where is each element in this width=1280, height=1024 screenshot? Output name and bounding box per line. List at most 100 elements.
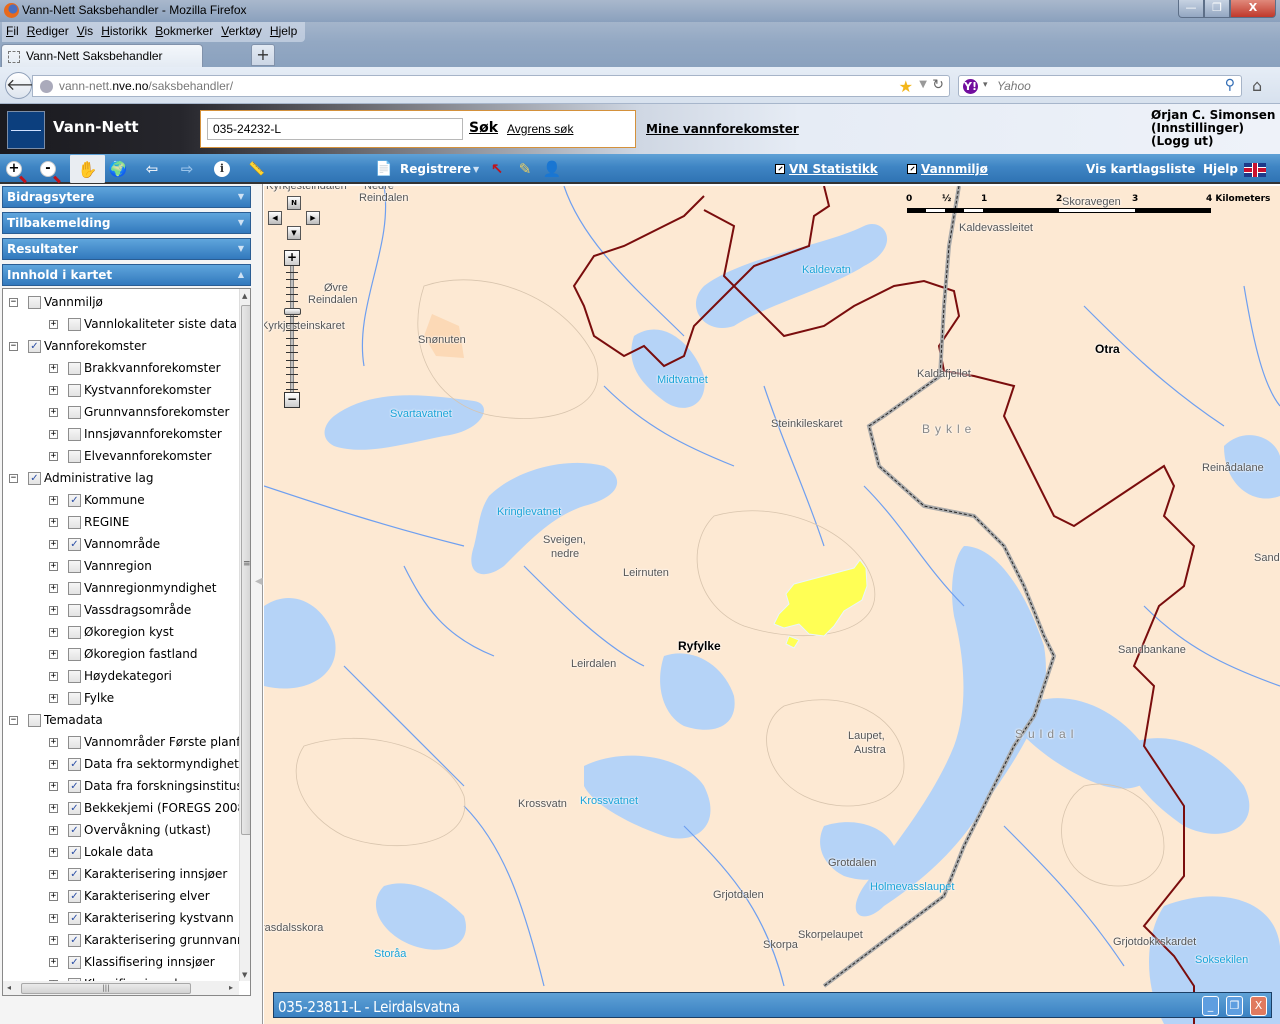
- search-button[interactable]: Søk: [469, 120, 498, 136]
- expand-icon[interactable]: +: [49, 781, 58, 791]
- home-icon[interactable]: ⌂: [1252, 76, 1262, 95]
- close-popup-button[interactable]: X: [1250, 996, 1267, 1016]
- expand-icon[interactable]: +: [49, 451, 58, 461]
- expand-icon[interactable]: +: [49, 869, 58, 879]
- scrollbar-thumb[interactable]: [241, 305, 250, 835]
- layer-checkbox[interactable]: [68, 669, 81, 683]
- tree-item[interactable]: + Høydekategori: [49, 666, 172, 686]
- expand-icon[interactable]: +: [49, 407, 58, 417]
- expand-icon[interactable]: +: [49, 363, 58, 373]
- layer-checkbox[interactable]: ✓: [68, 867, 81, 881]
- expand-icon[interactable]: +: [49, 803, 58, 813]
- tree-horizontal-scrollbar[interactable]: ◂ ||| ▸: [3, 981, 239, 995]
- pan-west-button[interactable]: ◀: [268, 211, 282, 225]
- layer-checkbox[interactable]: [28, 713, 41, 727]
- close-window-button[interactable]: X: [1230, 0, 1276, 18]
- tree-item[interactable]: + ✓ Bekkekjemi (FOREGS 2008: [49, 798, 245, 818]
- tree-item[interactable]: + ✓ Karakterisering kystvann: [49, 908, 234, 928]
- previous-extent-tool[interactable]: ⇦: [140, 157, 164, 181]
- panel-bidragsytere[interactable]: Bidragsytere ▼: [2, 186, 251, 208]
- layer-checkbox[interactable]: [68, 515, 81, 529]
- layer-checkbox[interactable]: [68, 427, 81, 441]
- expand-icon[interactable]: +: [49, 385, 58, 395]
- tree-item[interactable]: + ✓ Karakterisering grunnvann: [49, 930, 245, 950]
- my-waterbodies-link[interactable]: Mine vannforekomster: [646, 122, 799, 136]
- tree-item[interactable]: + ✓ Data fra sektormyndighete: [49, 754, 246, 774]
- add-user-tool[interactable]: 👤: [540, 157, 564, 181]
- expand-icon[interactable]: +: [49, 671, 58, 681]
- expand-icon[interactable]: +: [49, 517, 58, 527]
- tree-item[interactable]: + Grunnvannsforekomster: [49, 402, 229, 422]
- expand-icon[interactable]: +: [49, 429, 58, 439]
- search-input[interactable]: [207, 118, 463, 140]
- scroll-up-icon[interactable]: ▲: [242, 292, 247, 300]
- layer-checkbox[interactable]: ✓: [68, 911, 81, 925]
- layer-checkbox[interactable]: [68, 581, 81, 595]
- layer-checkbox[interactable]: ✓: [68, 889, 81, 903]
- menu-vis[interactable]: Vis: [73, 22, 97, 42]
- back-button[interactable]: 🡐: [5, 72, 49, 99]
- pan-south-button[interactable]: ▼: [287, 226, 301, 240]
- help-link[interactable]: Hjelp: [1203, 162, 1238, 176]
- expand-icon[interactable]: +: [49, 627, 58, 637]
- tree-item[interactable]: + ✓ Karakterisering innsjøer: [49, 864, 227, 884]
- tree-item[interactable]: + ✓ Kommune: [49, 490, 145, 510]
- layer-checkbox[interactable]: ✓: [68, 955, 81, 969]
- expand-icon[interactable]: +: [49, 935, 58, 945]
- collapse-icon[interactable]: −: [9, 297, 18, 307]
- layer-checkbox[interactable]: [68, 691, 81, 705]
- expand-icon[interactable]: +: [49, 539, 58, 549]
- expand-icon[interactable]: +: [49, 891, 58, 901]
- new-tab-button[interactable]: +: [251, 44, 275, 66]
- layer-checkbox[interactable]: [68, 625, 81, 639]
- layer-checkbox[interactable]: ✓: [68, 845, 81, 859]
- logout-link[interactable]: (Logg ut): [1151, 135, 1275, 148]
- layer-checkbox[interactable]: [68, 317, 81, 331]
- tree-item[interactable]: + ✓ Klassifisering innsjøer: [49, 952, 215, 972]
- expand-icon[interactable]: +: [49, 319, 58, 329]
- expand-icon[interactable]: +: [49, 825, 58, 835]
- collapse-icon[interactable]: −: [9, 473, 18, 483]
- identify-tool[interactable]: i: [210, 157, 234, 181]
- tree-item[interactable]: + Vassdragsområde: [49, 600, 191, 620]
- tree-item[interactable]: + Økoregion kyst: [49, 622, 174, 642]
- browser-tab[interactable]: Vann-Nett Saksbehandler: [1, 44, 203, 68]
- history-dropdown-icon[interactable]: ▼: [919, 79, 927, 90]
- tree-item[interactable]: − Temadata: [9, 710, 103, 730]
- zoom-out-tool[interactable]: -: [36, 157, 60, 181]
- zoom-in-tool[interactable]: +: [2, 157, 26, 181]
- collapse-sidebar-handle[interactable]: ◀: [255, 576, 263, 587]
- register-menu[interactable]: Registrere: [400, 162, 471, 176]
- zoom-in-button[interactable]: +: [284, 250, 300, 266]
- feature-info-window[interactable]: 035-23811-L - Leirdalsvatna _ ❐ X: [273, 992, 1272, 1018]
- expand-icon[interactable]: +: [49, 737, 58, 747]
- menu-historikk[interactable]: Historikk: [97, 22, 151, 42]
- engine-dropdown-icon[interactable]: ▾: [983, 80, 988, 90]
- layer-checkbox[interactable]: [68, 559, 81, 573]
- minimize-popup-button[interactable]: _: [1202, 996, 1219, 1016]
- tree-item[interactable]: + Innsjøvannforekomster: [49, 424, 222, 444]
- tree-item[interactable]: + Elvevannforekomster: [49, 446, 212, 466]
- layer-checkbox[interactable]: [68, 735, 81, 749]
- bookmark-star-icon[interactable]: ★: [899, 77, 913, 96]
- tree-item[interactable]: + Vannlokaliteter siste data: [49, 314, 237, 334]
- zoom-slider[interactable]: + −: [284, 250, 302, 408]
- layer-checkbox[interactable]: ✓: [68, 493, 81, 507]
- minimize-window-button[interactable]: —: [1178, 0, 1204, 18]
- layer-checkbox[interactable]: ✓: [68, 801, 81, 815]
- tree-item[interactable]: − ✓ Vannforekomster: [9, 336, 146, 356]
- search-engine-bar[interactable]: Y! ▾ Yahoo ⚲: [958, 75, 1242, 97]
- menu-verktoy[interactable]: Verktøy: [217, 22, 266, 42]
- collapse-icon[interactable]: −: [9, 341, 18, 351]
- layer-checkbox[interactable]: [68, 603, 81, 617]
- layer-checkbox[interactable]: ✓: [28, 471, 41, 485]
- tree-item[interactable]: + REGINE: [49, 512, 129, 532]
- expand-icon[interactable]: +: [49, 561, 58, 571]
- tree-item[interactable]: + ✓ Lokale data: [49, 842, 153, 862]
- select-tool[interactable]: ↖: [485, 157, 509, 181]
- expand-icon[interactable]: +: [49, 649, 58, 659]
- vn-statistikk-link[interactable]: VN Statistikk: [775, 162, 878, 176]
- pan-east-button[interactable]: ▶: [306, 211, 320, 225]
- pan-tool[interactable]: ✋: [70, 155, 105, 183]
- scroll-right-icon[interactable]: ▸: [229, 983, 233, 992]
